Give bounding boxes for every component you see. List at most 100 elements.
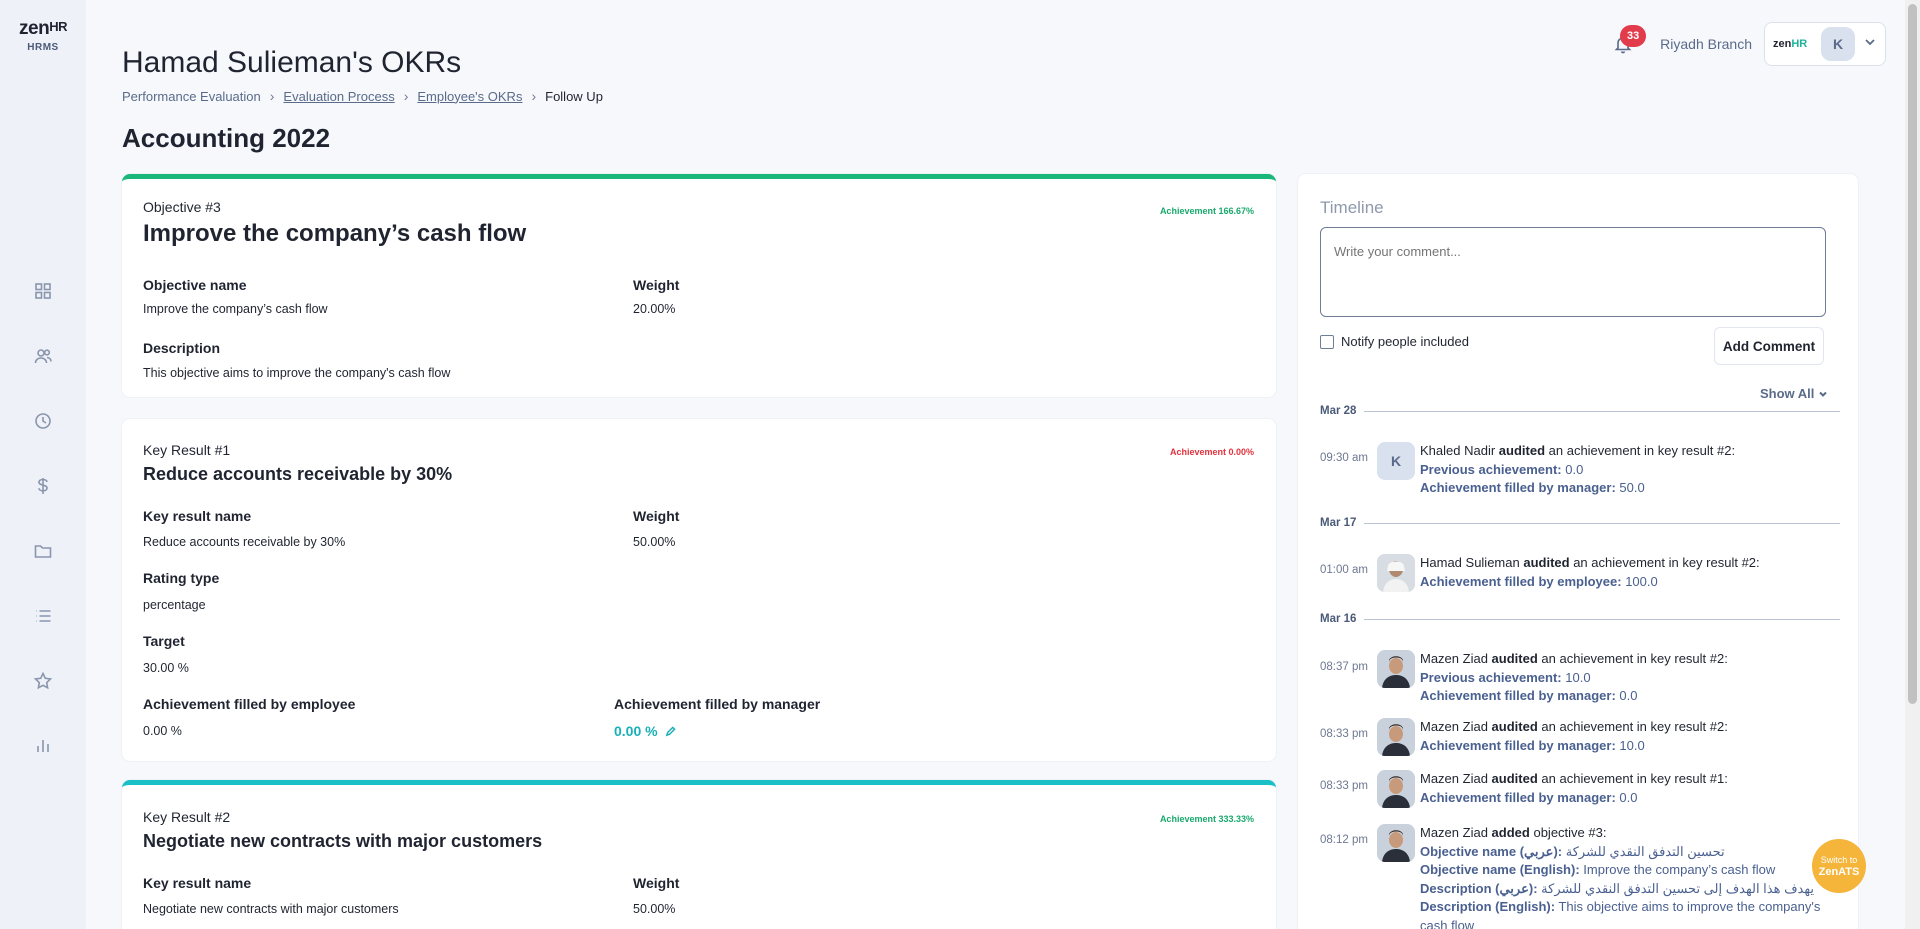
entry-user: Mazen Ziad — [1420, 719, 1488, 734]
kr1-name-value: Reduce accounts receivable by 30% — [143, 535, 346, 549]
timeline-date: Mar 17 — [1320, 517, 1357, 529]
entry-action: audited — [1491, 719, 1538, 734]
kr1-rating-label: Rating type — [143, 570, 220, 586]
entry-description: an achievement in key result #2: — [1548, 443, 1736, 458]
kr1-rating-value: percentage — [143, 598, 206, 612]
bar-chart-icon — [37, 739, 49, 752]
key-result-1-title: Reduce accounts receivable by 30% — [143, 464, 453, 484]
edit-pencil-icon[interactable] — [665, 724, 677, 740]
user-photo-icon — [1377, 650, 1415, 688]
show-all-button[interactable]: Show All — [1760, 386, 1828, 401]
comment-input[interactable] — [1320, 227, 1826, 317]
zenhr-logo[interactable]: zenHR HRMS — [10, 18, 76, 53]
sidebar-item-payroll[interactable] — [0, 453, 86, 518]
kr1-employee-achievement-label: Achievement filled by employee — [143, 696, 356, 712]
chevron-down-icon — [1819, 391, 1828, 397]
kr1-manager-achievement-label: Achievement filled by manager — [614, 696, 821, 712]
breadcrumb-follow-up: Follow Up — [545, 88, 603, 104]
timeline-entry: Khaled Nadir audited an achievement in k… — [1420, 442, 1840, 498]
page-title: Hamad Sulieman's OKRs — [122, 46, 462, 79]
timeline-date-divider: Mar 16 — [1320, 613, 1840, 625]
key-result-1-card: Key Result #1 Reduce accounts receivable… — [122, 419, 1276, 761]
branch-selector[interactable]: Riyadh Branch — [1660, 36, 1752, 52]
sidebar-item-requests[interactable] — [0, 583, 86, 648]
entry-field-key: Previous achievement: — [1420, 461, 1562, 477]
notify-checkbox[interactable] — [1320, 334, 1334, 349]
entry-action: added — [1491, 825, 1530, 840]
entry-action: audited — [1491, 651, 1538, 666]
chevron-down-icon — [1863, 35, 1877, 54]
entry-action: audited — [1491, 771, 1538, 786]
entry-field-key: Objective name (عربي): — [1420, 843, 1563, 859]
entry-user: Mazen Ziad — [1420, 825, 1488, 840]
sidebar-item-attendance[interactable] — [0, 388, 86, 453]
objective-card: Objective #3 Improve the company’s cash … — [122, 174, 1276, 397]
objective-achievement: Achievement 166.67% — [1159, 206, 1254, 216]
avatar — [1377, 554, 1415, 592]
entry-field-value: يهدف هذا الهدف إلى تحسين التدفق النقدي ل… — [1541, 880, 1814, 896]
date-divider-line — [1364, 410, 1840, 412]
chevron-right-icon: › — [269, 88, 275, 104]
avatar: K — [1377, 442, 1415, 480]
clock-icon — [35, 412, 51, 429]
kr2-name-label: Key result name — [143, 875, 252, 891]
entry-field-value: 100.0 — [1625, 573, 1658, 589]
account-menu[interactable]: zen HR K — [1764, 22, 1886, 66]
sidebar-item-dashboard[interactable] — [0, 258, 86, 323]
entry-action: audited — [1523, 555, 1570, 570]
date-divider-line — [1364, 618, 1840, 620]
add-comment-button[interactable]: Add Comment — [1714, 327, 1824, 365]
entry-field-key: Objective name (English): — [1420, 862, 1580, 877]
key-result-2-title: Negotiate new contracts with major custo… — [143, 831, 543, 851]
entry-description: an achievement in key result #2: — [1541, 651, 1728, 666]
notify-people: Notify people included — [1320, 334, 1469, 349]
objective-label: Objective #3 — [143, 199, 221, 215]
key-result-2-card: Key Result #2 Negotiate new contracts wi… — [122, 780, 1276, 929]
sidebar-item-employees[interactable] — [0, 323, 86, 388]
timeline-entry-time: 08:37 pm — [1320, 661, 1368, 673]
topbar: 33 Riyadh Branch zen HR K — [1606, 22, 1886, 66]
avatar — [1377, 824, 1415, 862]
show-all-label: Show All — [1760, 386, 1815, 401]
entry-description: an achievement in key result #2: — [1541, 719, 1728, 734]
company-logo: zen HR — [1773, 29, 1813, 59]
timeline-date-divider: Mar 17 — [1320, 517, 1840, 529]
kr1-target-value: 30.00 % — [143, 661, 189, 675]
entry-description: an achievement in key result #2: — [1573, 555, 1760, 570]
logo-hr-text: HR — [49, 19, 67, 34]
entry-user: Hamad Sulieman — [1420, 555, 1520, 570]
timeline-date: Mar 16 — [1320, 613, 1357, 625]
notifications-button[interactable]: 33 — [1606, 25, 1647, 61]
objective-description-label: Description — [143, 340, 221, 356]
chevron-right-icon: › — [531, 88, 537, 104]
company-logo-hr: HR — [1791, 38, 1808, 50]
objective-name-value: Improve the company’s cash flow — [143, 302, 328, 316]
objective-name-label: Objective name — [143, 277, 247, 293]
sidebar-item-documents[interactable] — [0, 518, 86, 583]
timeline-entry: Mazen Ziad audited an achievement in key… — [1420, 650, 1840, 706]
objective-weight-value: 20.00% — [633, 302, 676, 316]
users-icon — [34, 348, 52, 363]
entry-field-key: Achievement filled by manager: — [1420, 480, 1616, 495]
page-scrollbar[interactable] — [1905, 0, 1920, 929]
switch-to-zenats-button[interactable]: Switch to ZenATS — [1812, 839, 1866, 893]
dollar-icon — [38, 477, 48, 494]
breadcrumb-performance-evaluation[interactable]: Performance Evaluation — [122, 89, 261, 104]
user-photo-icon — [1377, 770, 1415, 808]
breadcrumb: Performance Evaluation › Evaluation Proc… — [122, 88, 603, 104]
sidebar-item-reports[interactable] — [0, 713, 86, 778]
avatar — [1377, 718, 1415, 756]
entry-field-key: Description (English): — [1420, 899, 1556, 914]
notification-count-badge: 33 — [1620, 25, 1647, 47]
sidebar-nav — [0, 258, 86, 778]
kr2-weight-value: 50.00% — [633, 902, 676, 916]
entry-field-key: Achievement filled by employee: — [1420, 573, 1622, 589]
breadcrumb-evaluation-process[interactable]: Evaluation Process — [283, 89, 394, 104]
scrollbar-thumb[interactable] — [1908, 4, 1917, 704]
timeline-entry-time: 09:30 am — [1320, 452, 1368, 464]
timeline-date: Mar 28 — [1320, 405, 1357, 417]
breadcrumb-employees-okrs[interactable]: Employee's OKRs — [417, 89, 522, 104]
user-photo-icon — [1377, 824, 1415, 862]
entry-field-key: Description (عربي): — [1420, 880, 1538, 896]
sidebar-item-performance[interactable] — [0, 648, 86, 713]
